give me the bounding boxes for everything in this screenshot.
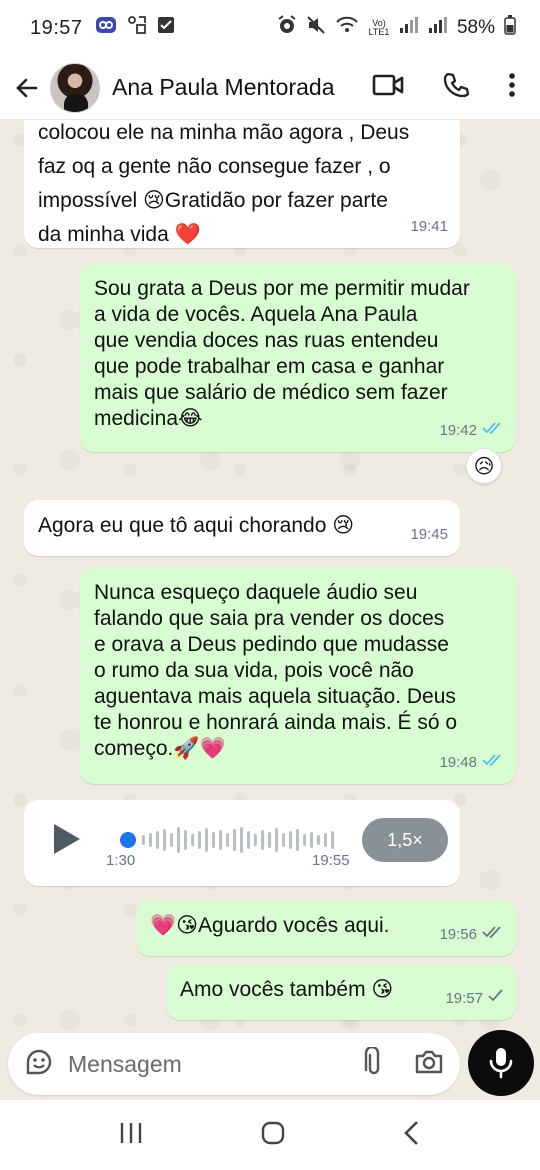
message-time: 19:48	[439, 754, 477, 771]
message-time: 19:42	[439, 422, 477, 439]
waveform-bar	[212, 832, 215, 848]
home-icon[interactable]	[260, 1120, 286, 1151]
waveform-bar	[205, 828, 208, 852]
waveform-bar	[289, 831, 292, 849]
camera-icon[interactable]	[414, 1049, 444, 1080]
recents-icon[interactable]	[118, 1121, 144, 1150]
reaction-badge[interactable]: 😥	[466, 448, 502, 484]
waveform-bar	[198, 831, 201, 849]
battery-icon	[504, 15, 516, 41]
microphone-icon[interactable]	[468, 1030, 534, 1096]
alarm-icon	[277, 15, 297, 41]
waveform-bar	[317, 835, 320, 845]
message-text: colocou ele na minha mão agora , Deus fa…	[38, 121, 410, 246]
message-incoming[interactable]: Agora eu que tô aqui chorando 😢 19:45	[24, 500, 460, 556]
avatar[interactable]	[50, 62, 100, 113]
battery-percent: 58%	[456, 17, 495, 38]
waveform-bar	[233, 829, 236, 851]
message-input[interactable]	[68, 1050, 338, 1078]
wifi-icon	[335, 15, 359, 41]
playback-speed-button[interactable]: 1,5×	[362, 818, 448, 862]
waveform-bar	[184, 830, 187, 850]
waveform-bar	[296, 829, 299, 851]
accessibility-icon	[127, 15, 147, 41]
double-check-read-icon	[482, 418, 504, 444]
waveform-bar	[191, 834, 194, 846]
message-outgoing[interactable]: Amo vocês também 😘 19:57	[166, 964, 516, 1020]
message-outgoing[interactable]: Nunca esqueço daquele áudio seu falando …	[80, 568, 516, 784]
status-bar: 19:57 Vo) LTE1 58%	[0, 0, 540, 56]
paperclip-icon[interactable]	[364, 1045, 384, 1082]
system-nav-bar	[0, 1100, 540, 1170]
message-time: 19:57	[445, 990, 483, 1007]
message-text: Nunca esqueço daquele áudio seu falando …	[94, 581, 458, 760]
status-time: 19:57	[30, 16, 83, 39]
double-check-delivered-icon	[482, 922, 504, 948]
contact-name[interactable]: Ana Paula Mentorada	[112, 74, 335, 101]
waveform-bar	[282, 833, 285, 847]
mute-icon	[306, 15, 326, 41]
back-chevron-icon[interactable]	[402, 1120, 422, 1151]
message-text: Agora eu que tô aqui chorando 😢	[38, 514, 355, 537]
waveform-bar	[331, 831, 334, 849]
more-vert-icon[interactable]	[508, 72, 516, 103]
voice-message[interactable]: 1,5× 1:30 19:55	[24, 800, 460, 886]
waveform-bar	[142, 835, 145, 845]
signal-icon	[399, 16, 419, 40]
composer	[0, 1030, 540, 1100]
waveform-bar	[268, 832, 271, 848]
waveform-bar	[275, 828, 278, 852]
waveform-bar	[303, 834, 306, 846]
waveform-bar	[226, 833, 229, 847]
audio-progress-handle[interactable]	[120, 832, 136, 848]
arrow-left-icon[interactable]	[12, 73, 42, 103]
waveform-bar	[324, 833, 327, 847]
reaction-emoji: 😥	[473, 454, 495, 478]
phone-icon[interactable]	[442, 71, 470, 104]
message-incoming[interactable]: colocou ele na minha mão agora , Deus fa…	[24, 120, 460, 248]
signal-2-icon	[428, 16, 448, 40]
chat-header: Ana Paula Mentorada	[0, 56, 540, 120]
message-time: 19:45	[410, 526, 448, 543]
chat-area[interactable]: colocou ele na minha mão agora , Deus fa…	[0, 120, 540, 1030]
message-time: 19:41	[410, 218, 448, 235]
waveform-bar	[170, 833, 173, 847]
waveform-bar	[254, 834, 257, 846]
message-outgoing[interactable]: 💗😘Aguardo vocês aqui. 19:56	[136, 900, 516, 956]
waveform-bar	[240, 827, 243, 853]
single-check-sent-icon	[488, 986, 504, 1012]
waveform-bar	[219, 830, 222, 850]
message-input-container[interactable]	[8, 1033, 460, 1095]
message-time: 19:55	[312, 852, 350, 869]
play-icon[interactable]	[52, 822, 82, 863]
app-notification-icon	[95, 16, 117, 40]
waveform-bar	[156, 831, 159, 849]
waveform-bar	[310, 832, 313, 848]
network-label: Vo) LTE1	[368, 18, 390, 37]
message-text: Sou grata a Deus por me permitir mudar a…	[94, 277, 470, 430]
message-time: 19:56	[439, 926, 477, 943]
waveform-bar	[163, 829, 166, 851]
waveform-bar	[149, 833, 152, 847]
checkbox-notification-icon	[157, 16, 175, 40]
waveform-bar	[261, 830, 264, 850]
message-outgoing[interactable]: Sou grata a Deus por me permitir mudar a…	[80, 264, 516, 452]
audio-duration: 1:30	[106, 852, 136, 869]
waveform-bar	[247, 831, 250, 849]
sticker-emoji-icon[interactable]	[24, 1047, 54, 1082]
waveform-bar	[177, 827, 180, 853]
double-check-read-icon	[482, 750, 504, 776]
video-call-icon[interactable]	[372, 73, 404, 102]
